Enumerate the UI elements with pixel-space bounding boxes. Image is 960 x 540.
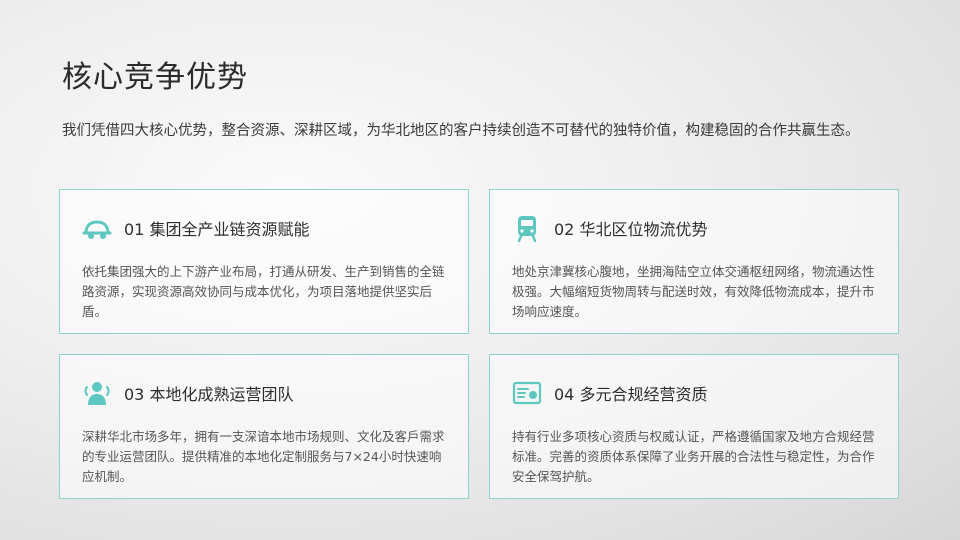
card-title: 03 本地化成熟运营团队 xyxy=(124,385,294,404)
advantage-card-2: 02 华北区位物流优势 地处京津冀核心腹地，坐拥海陆空立体交通枢纽网络，物流通达… xyxy=(489,189,899,334)
card-title: 04 多元合规经营资质 xyxy=(554,385,708,404)
advantage-card-3: 03 本地化成熟运营团队 深耕华北市场多年，拥有一支深谙本地市场规则、文化及客戶… xyxy=(59,354,469,499)
train-icon xyxy=(512,214,542,243)
card-body: 依托集团强大的上下游产业布局，打通从研发、生产到销售的全链路资源，实现资源高效协… xyxy=(82,264,445,319)
team-icon xyxy=(82,379,112,407)
card-body: 地处京津冀核心腹地，坐拥海陆空立体交通枢纽网络，物流通达性极强。大幅缩短货物周转… xyxy=(512,264,875,319)
certificate-icon xyxy=(512,379,542,407)
car-icon xyxy=(82,214,112,242)
card-body: 持有行业多项核心资质与权威认证，严格遵循国家及地方合规经营标准。完善的资质体系保… xyxy=(512,429,875,484)
card-body: 深耕华北市场多年，拥有一支深谙本地市场规则、文化及客戶需求的专业运营团队。提供精… xyxy=(82,429,445,484)
intro-text: 我们凭借四大核心优势，整合资源、深耕区域，为华北地区的客户持续创造不可替代的独特… xyxy=(62,123,860,139)
page-title: 核心竞争优势 xyxy=(62,60,248,95)
advantage-card-4: 04 多元合规经营资质 持有行业多项核心资质与权威认证，严格遵循国家及地方合规经… xyxy=(489,354,899,499)
advantage-card-1: 01 集团全产业链资源赋能 依托集团强大的上下游产业布局，打通从研发、生产到销售… xyxy=(59,189,469,334)
card-title: 01 集团全产业链资源赋能 xyxy=(124,220,310,239)
card-title: 02 华北区位物流优势 xyxy=(554,220,708,239)
